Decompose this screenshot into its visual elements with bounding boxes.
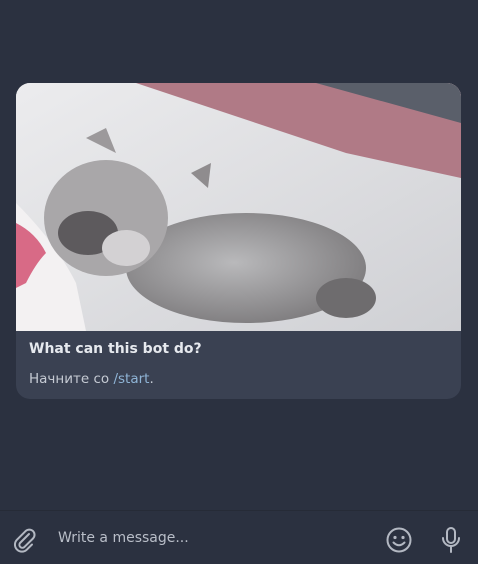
microphone-icon [442, 527, 460, 553]
bot-card-title: What can this bot do? [29, 341, 202, 357]
emoji-button[interactable] [382, 523, 416, 557]
start-command-link[interactable]: /start [113, 371, 149, 387]
paperclip-icon [14, 528, 36, 553]
message-input[interactable] [58, 527, 358, 549]
description-suffix: . [149, 371, 154, 387]
message-composer [0, 511, 478, 564]
bot-card-description: Начните со /start. [29, 371, 154, 387]
bot-info-card: What can this bot do? Начните со /start. [16, 83, 461, 399]
attach-button[interactable] [10, 525, 40, 555]
sleeping-kitten-image [16, 83, 461, 331]
smile-icon [386, 527, 412, 553]
voice-record-button[interactable] [436, 523, 466, 557]
description-text: Начните со [29, 371, 114, 387]
chat-area: What can this bot do? Начните со /start. [0, 0, 478, 510]
bot-intro-gif[interactable] [16, 83, 461, 331]
